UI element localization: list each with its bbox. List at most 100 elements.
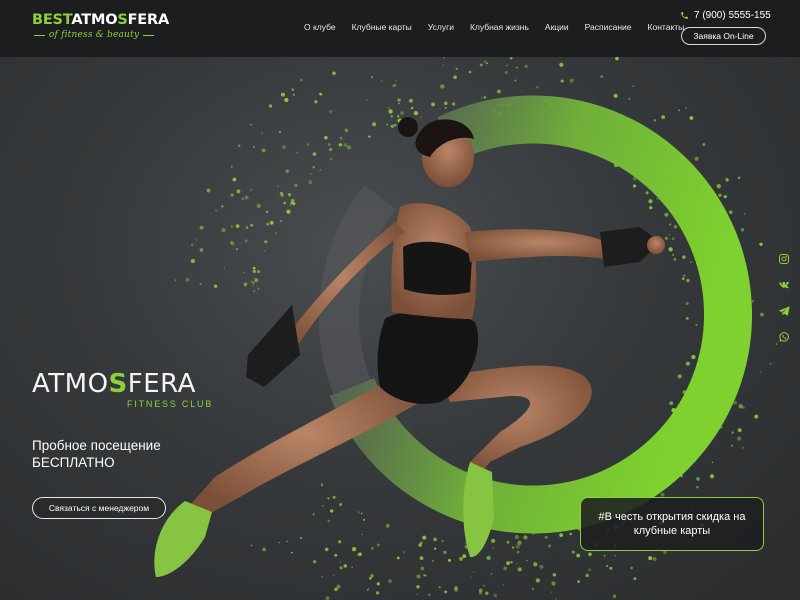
spray-dot (432, 559, 435, 562)
spray-dot (685, 316, 689, 320)
spray-dot (516, 562, 518, 565)
nav-item-schedule[interactable]: Расписание (577, 22, 640, 32)
spray-dot (686, 278, 690, 283)
spray-dot (420, 566, 425, 571)
spray-dot (385, 523, 390, 528)
vk-icon[interactable] (778, 279, 790, 291)
spray-dot (645, 191, 649, 195)
spray-dot (742, 447, 744, 449)
spray-dot (470, 576, 472, 578)
spray-dot (653, 119, 657, 122)
spray-dot (395, 84, 397, 86)
spray-dot (524, 64, 528, 69)
nav-item-club-life[interactable]: Клубная жизнь (462, 22, 537, 32)
spray-dot (392, 84, 396, 88)
site-logo[interactable]: BESTATMOSFERA of fitness & beauty (32, 12, 169, 42)
spray-dot (443, 550, 447, 554)
spray-dot (696, 485, 699, 489)
spray-dot (325, 596, 330, 600)
spray-dot (199, 282, 202, 286)
spray-dot (614, 554, 617, 557)
telegram-icon[interactable] (778, 305, 790, 317)
spray-dot (327, 519, 330, 523)
phone-link[interactable]: 7 (900) 5555-155 (680, 10, 771, 21)
spray-dot (486, 62, 488, 65)
spray-dot (486, 555, 491, 561)
spray-dot (339, 136, 343, 140)
spray-dot (306, 143, 310, 146)
spray-dot (603, 554, 606, 557)
spray-dot (393, 123, 397, 127)
nav-item-club-cards[interactable]: Клубные карты (344, 22, 420, 32)
spray-dot (411, 106, 414, 109)
spray-dot (559, 62, 564, 67)
spray-dot (432, 103, 435, 107)
spray-dot (266, 222, 270, 226)
spray-dot (585, 573, 589, 578)
main-nav: О клубе Клубные карты Услуги Клубная жиз… (296, 22, 692, 32)
spray-dot (678, 109, 681, 112)
whatsapp-icon[interactable] (778, 331, 790, 343)
spray-dot (716, 184, 721, 189)
spray-dot (275, 232, 277, 234)
spray-dot (250, 223, 254, 227)
spray-dot (723, 195, 727, 199)
spray-dot (402, 551, 406, 554)
spray-dot (244, 195, 249, 200)
spray-dot (462, 554, 467, 559)
phone-number: 7 (900) 5555-155 (694, 10, 771, 21)
spray-dot (683, 274, 686, 277)
spray-dot (442, 57, 445, 59)
spray-dot (669, 223, 672, 226)
spray-dot (718, 193, 722, 197)
nav-item-about[interactable]: О клубе (296, 22, 344, 32)
spray-dot (388, 109, 393, 114)
spray-dot (751, 299, 755, 303)
spray-dot (760, 371, 762, 373)
spray-dot (213, 284, 218, 288)
spray-dot (372, 122, 377, 127)
spray-dot (453, 587, 459, 592)
spray-dot (252, 290, 256, 293)
spray-dot (250, 544, 253, 547)
promo-banner[interactable]: #В честь открытия скидка на клубные карт… (580, 497, 764, 551)
spray-dot (199, 225, 204, 230)
spray-dot (571, 550, 575, 554)
spray-dot (375, 591, 380, 595)
spray-dot (390, 114, 394, 118)
contact-manager-button[interactable]: Связаться с менеджером (32, 497, 166, 519)
spray-dot (252, 281, 255, 284)
spray-dot (236, 189, 241, 194)
spray-dot (332, 71, 336, 76)
spray-dot (358, 511, 360, 514)
nav-item-promotions[interactable]: Акции (537, 22, 577, 32)
spray-dot (290, 201, 293, 205)
spray-dot (277, 185, 279, 188)
spray-dot (526, 559, 528, 562)
spray-dot (413, 110, 419, 116)
spray-dot (338, 540, 342, 544)
spray-dot (257, 270, 261, 274)
spray-dot (357, 553, 360, 556)
instagram-icon[interactable] (778, 253, 790, 265)
spray-dot (229, 240, 234, 244)
spray-dot (343, 564, 347, 568)
spray-dot (731, 431, 734, 434)
spray-dot (612, 594, 617, 598)
spray-dot (324, 136, 328, 140)
spray-dot (245, 226, 249, 229)
spray-dot (215, 209, 218, 212)
brand-logo: ATMOSFERA FITNESS CLUB (32, 370, 232, 409)
spray-dot (324, 547, 329, 552)
spray-dot (269, 220, 274, 225)
spray-dot (502, 583, 504, 586)
nav-item-services[interactable]: Услуги (420, 22, 462, 32)
spray-dot (506, 561, 511, 566)
online-request-button[interactable]: Заявка On-Line (681, 27, 766, 45)
spray-dot (327, 143, 331, 146)
spray-dot (516, 550, 520, 554)
spray-dot (390, 124, 394, 128)
spray-dot (278, 130, 282, 134)
spray-dot (737, 176, 741, 180)
spray-dot (769, 362, 772, 365)
